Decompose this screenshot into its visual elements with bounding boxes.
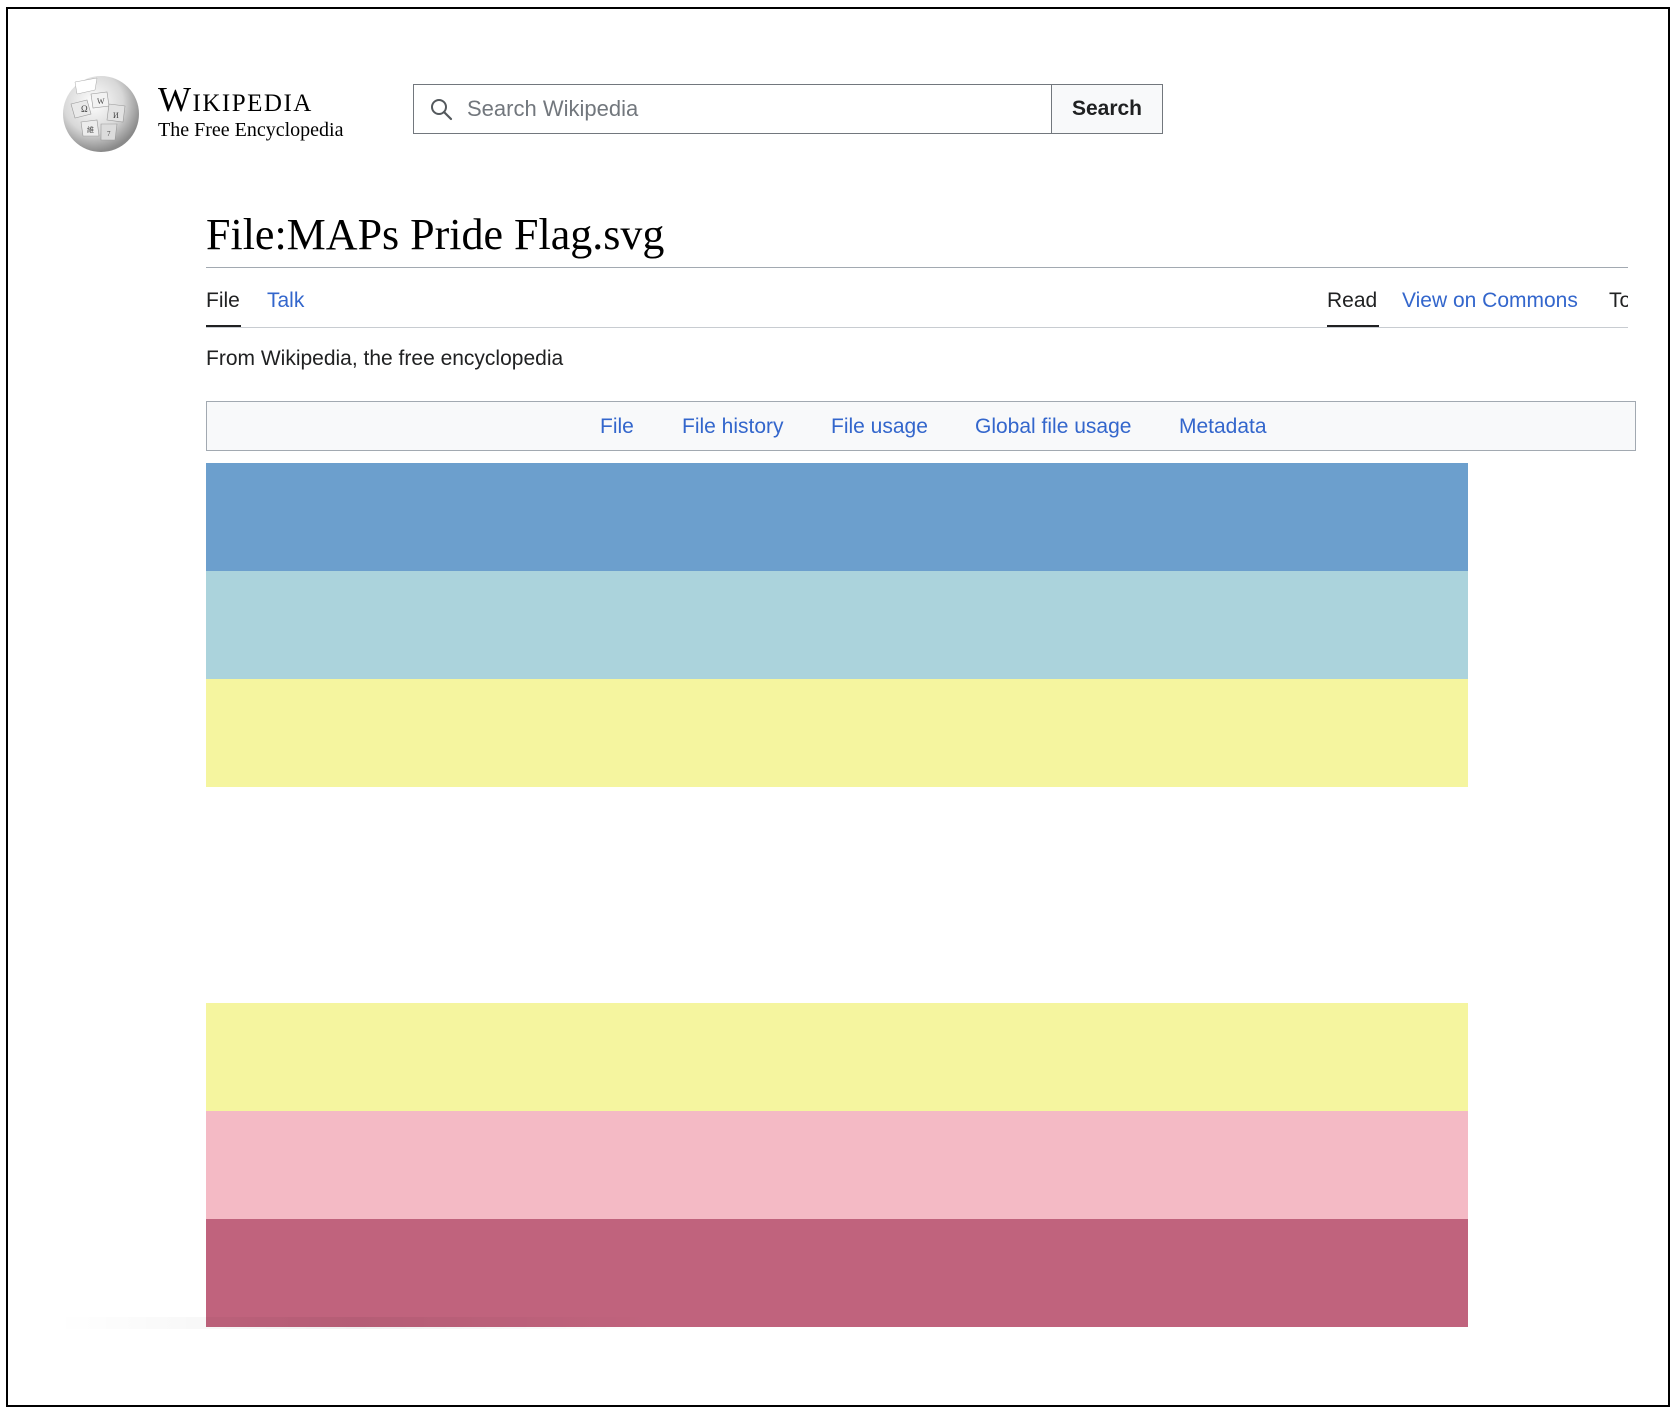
file-nav-file-history[interactable]: File history bbox=[682, 414, 784, 440]
flag-stripe bbox=[206, 1111, 1468, 1219]
flag-stripe bbox=[206, 571, 1468, 679]
browser-frame: Ω W И 維 7 Wikipedia The Free Encyclopedi… bbox=[6, 7, 1670, 1407]
wikipedia-wordmark[interactable]: Wikipedia The Free Encyclopedia bbox=[158, 80, 344, 142]
search-icon bbox=[431, 99, 453, 121]
title-divider bbox=[206, 267, 1628, 268]
svg-text:7: 7 bbox=[107, 130, 111, 138]
wikipedia-globe-icon[interactable]: Ω W И 維 7 bbox=[61, 74, 141, 154]
flag-stripe bbox=[206, 463, 1468, 571]
flag-stripe bbox=[206, 679, 1468, 787]
file-nav-file-usage[interactable]: File usage bbox=[831, 414, 928, 440]
page-tabs: File Talk Read View on Commons Tools bbox=[206, 287, 1628, 332]
search-box bbox=[413, 84, 1051, 134]
file-nav-bar: File File history File usage Global file… bbox=[206, 401, 1636, 451]
svg-text:維: 維 bbox=[87, 125, 94, 134]
tab-tools[interactable]: Tools bbox=[1609, 287, 1628, 315]
tab-talk[interactable]: Talk bbox=[267, 287, 304, 315]
flag-stripe bbox=[206, 895, 1468, 1003]
tabs-divider bbox=[206, 327, 1628, 328]
file-nav-global-file-usage[interactable]: Global file usage bbox=[975, 414, 1131, 440]
flag-stripe bbox=[206, 1003, 1468, 1111]
search-button[interactable]: Search bbox=[1051, 84, 1163, 134]
scroll-shadow bbox=[56, 1317, 656, 1329]
wordmark-title: Wikipedia bbox=[158, 80, 313, 119]
tab-read[interactable]: Read bbox=[1327, 287, 1377, 315]
site-tagline: From Wikipedia, the free encyclopedia bbox=[206, 347, 564, 370]
tab-file[interactable]: File bbox=[206, 287, 240, 315]
flag-stripe bbox=[206, 1219, 1468, 1327]
wordmark-tagline: The Free Encyclopedia bbox=[158, 119, 344, 141]
page-title: File:MAPs Pride Flag.svg bbox=[206, 210, 665, 259]
file-nav-file[interactable]: File bbox=[600, 414, 634, 440]
file-nav-metadata[interactable]: Metadata bbox=[1179, 414, 1267, 440]
tab-view-on-commons[interactable]: View on Commons bbox=[1402, 287, 1578, 315]
flag-stripe bbox=[206, 787, 1468, 895]
svg-text:W: W bbox=[97, 97, 105, 106]
svg-text:Ω: Ω bbox=[81, 104, 88, 114]
flag-image[interactable] bbox=[206, 463, 1468, 1327]
search-input[interactable] bbox=[467, 96, 1027, 122]
svg-text:И: И bbox=[113, 111, 119, 120]
